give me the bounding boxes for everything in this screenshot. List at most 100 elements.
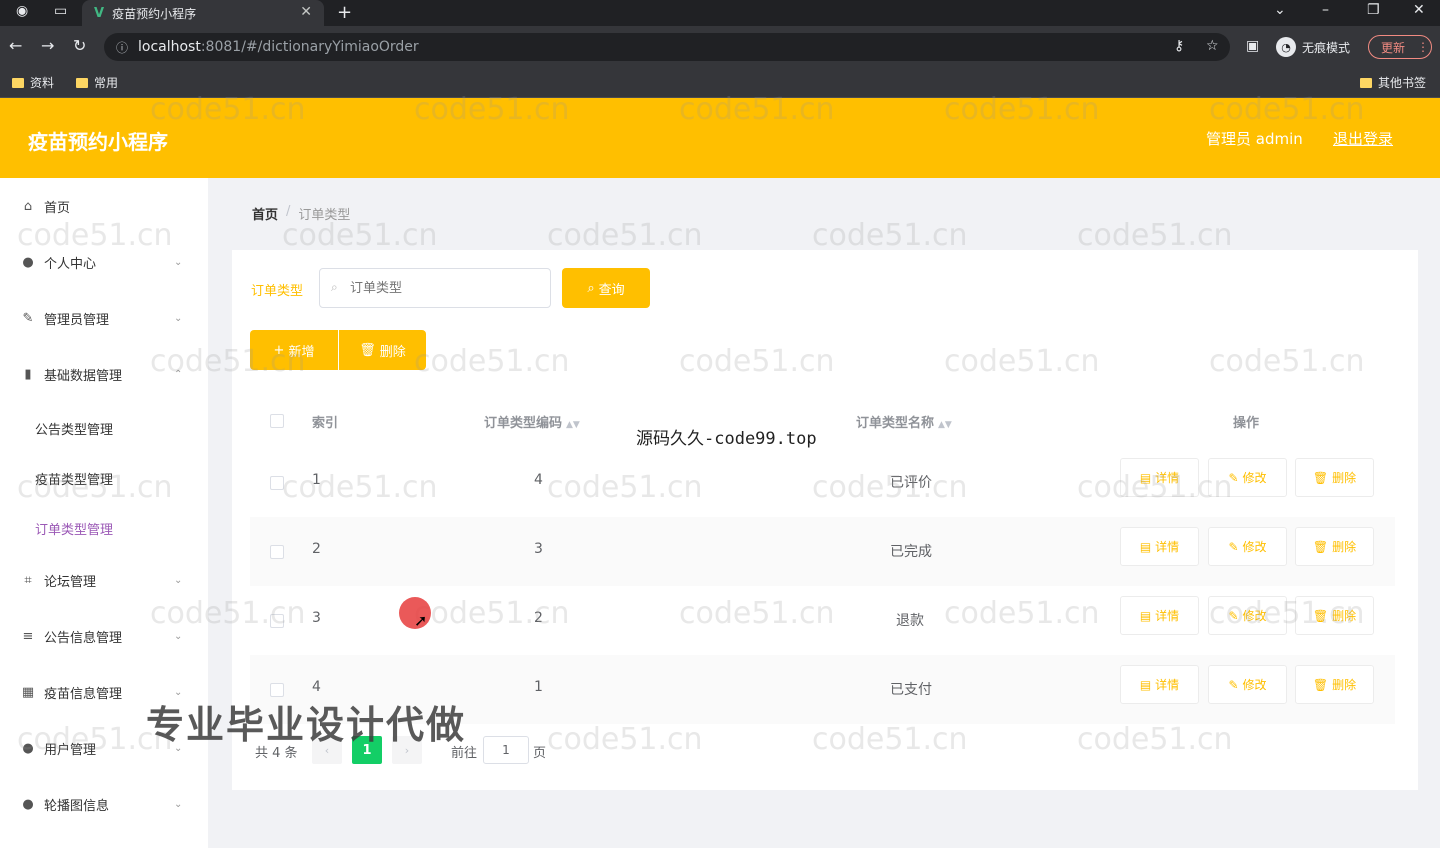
delete-button[interactable]: 🗑 删除	[1295, 458, 1374, 497]
address-bar[interactable]: ⓘ localhost:8081/#/dictionaryYimiaoOrder	[104, 33, 1230, 61]
other-bookmarks[interactable]: 其他书签	[1360, 74, 1426, 91]
tab-overview-icon[interactable]: ▭	[54, 3, 67, 19]
sidebar-item-notice[interactable]: ≡ 公告信息管理 ⌄	[0, 608, 208, 664]
chevron-down-icon: ⌄	[174, 312, 183, 324]
search-icon: ⌕	[587, 280, 595, 296]
detail-button[interactable]: ▤ 详情	[1120, 527, 1199, 566]
batch-delete-button[interactable]: 🗑 删除	[339, 330, 426, 370]
edit-button[interactable]: ✎ 修改	[1208, 458, 1287, 497]
forward-icon[interactable]: →	[41, 36, 54, 55]
detail-icon: ▤	[1139, 608, 1152, 623]
new-tab-icon[interactable]: +	[337, 2, 352, 23]
browser-tab[interactable]: V 疫苗预约小程序 ✕	[82, 0, 324, 26]
search-input[interactable]	[319, 268, 551, 308]
cell-name: 退款	[896, 613, 924, 629]
delete-button[interactable]: 🗑 删除	[1295, 665, 1374, 704]
list-icon: ≡	[22, 628, 34, 644]
goto-page-input[interactable]: 1	[483, 736, 529, 764]
column-code[interactable]: 订单类型编码 ▲▼	[484, 412, 580, 431]
sidebar-item-label: 管理员管理	[44, 312, 110, 328]
search-icon: ⌕	[331, 280, 338, 294]
row-checkbox[interactable]	[270, 614, 284, 628]
column-index: 索引	[312, 416, 339, 431]
sidebar-item-label: 轮播图信息	[44, 798, 110, 814]
bookmark-star-icon[interactable]: ☆	[1206, 38, 1219, 54]
app-title: 疫苗预约小程序	[28, 130, 168, 154]
detail-icon: ▤	[1139, 677, 1152, 692]
sort-icon[interactable]: ▲▼	[938, 420, 952, 430]
query-button[interactable]: ⌕ 查询	[562, 268, 650, 308]
detail-button[interactable]: ▤ 详情	[1120, 458, 1199, 497]
overlay-source-text: 源码久久-code99.top	[636, 429, 817, 449]
edit-button[interactable]: ✎ 修改	[1208, 596, 1287, 635]
sidebar-item-admin[interactable]: ✎ 管理员管理 ⌄	[0, 290, 208, 346]
cell-code: 2	[534, 610, 543, 626]
edit-icon: ✎	[22, 310, 34, 326]
delete-button[interactable]: 🗑 删除	[1295, 527, 1374, 566]
sidepanel-icon[interactable]: ▣	[1246, 38, 1259, 54]
sort-icon[interactable]: ▲▼	[566, 420, 580, 430]
sidebar-sub-order-type[interactable]: 订单类型管理	[35, 519, 113, 538]
sidebar-sub-vaccine-type[interactable]: 疫苗类型管理	[35, 469, 113, 488]
logout-link[interactable]: 退出登录	[1333, 128, 1393, 149]
cell-index: 2	[312, 541, 321, 557]
incognito-indicator[interactable]: ◔ 无痕模式	[1276, 37, 1350, 57]
bookmark-folder-1[interactable]: 资料	[12, 74, 54, 91]
folder-icon	[12, 77, 24, 88]
update-label: 更新	[1381, 40, 1406, 55]
edit-icon: ✎	[1228, 470, 1239, 485]
browser-tabstrip: ◉ ▭ V 疫苗预约小程序 ✕ + ⌄ – ❐ ✕	[0, 0, 1440, 26]
restore-icon[interactable]: ❐	[1367, 2, 1380, 18]
back-icon[interactable]: ←	[9, 36, 22, 55]
sidebar-sub-notice-type[interactable]: 公告类型管理	[35, 419, 113, 438]
plus-icon: +	[273, 342, 285, 358]
delete-label: 删除	[1332, 678, 1357, 692]
promo-overlay-text: 专业毕业设计代做	[146, 703, 467, 747]
detail-button[interactable]: ▤ 详情	[1120, 665, 1199, 704]
bookmark-folder-2[interactable]: 常用	[76, 74, 118, 91]
sidebar-item-home[interactable]: ⌂ 首页	[0, 178, 208, 234]
breadcrumb: 首页 / 订单类型	[252, 204, 350, 223]
sidebar-item-basedata[interactable]: ▮ 基础数据管理 ⌃	[0, 346, 208, 402]
watermark: code51.cn	[1077, 218, 1233, 253]
site-info-icon[interactable]: ⓘ	[116, 39, 128, 56]
cell-name: 已支付	[890, 682, 932, 698]
edit-button[interactable]: ✎ 修改	[1208, 527, 1287, 566]
tab-search-icon[interactable]: ⌄	[1274, 2, 1286, 18]
trash-icon: 🗑	[1312, 677, 1329, 692]
detail-label: 详情	[1155, 540, 1180, 554]
add-button[interactable]: + 新增	[250, 330, 338, 370]
sidebar-item-profile[interactable]: ● 个人中心 ⌄	[0, 234, 208, 290]
detail-icon: ▤	[1139, 470, 1152, 485]
bookmark-label: 常用	[94, 76, 119, 90]
reload-icon[interactable]: ↻	[73, 36, 86, 55]
window-close-icon[interactable]: ✕	[1413, 2, 1425, 18]
tab-close-icon[interactable]: ✕	[300, 4, 312, 20]
select-all-checkbox[interactable]	[270, 414, 284, 428]
sidebar-item-forum[interactable]: ⌗ 论坛管理 ⌄	[0, 552, 208, 608]
update-button[interactable]: 更新 ⋮	[1368, 35, 1432, 59]
sidebar-item-label: 用户管理	[44, 742, 97, 758]
sidebar-item-label: 基础数据管理	[44, 368, 123, 384]
watermark: code51.cn	[547, 218, 703, 253]
sidebar-item-carousel[interactable]: ● 轮播图信息 ⌄	[0, 776, 208, 832]
breadcrumb-home[interactable]: 首页	[252, 204, 278, 223]
key-icon[interactable]: ⚷	[1174, 38, 1184, 54]
cell-name: 已完成	[890, 544, 932, 560]
minimize-icon[interactable]: –	[1322, 2, 1329, 18]
delete-button[interactable]: 🗑 删除	[1295, 596, 1374, 635]
cell-index: 4	[312, 679, 321, 695]
chevron-down-icon: ⌄	[174, 798, 183, 810]
browser-globe-icon[interactable]: ◉	[16, 3, 28, 19]
detail-button[interactable]: ▤ 详情	[1120, 596, 1199, 635]
table-row: 1 4 已评价 ▤ 详情 ✎ 修改 🗑 删除	[250, 448, 1395, 517]
cell-index: 3	[312, 610, 321, 626]
row-checkbox[interactable]	[270, 545, 284, 559]
edit-button[interactable]: ✎ 修改	[1208, 665, 1287, 704]
row-checkbox[interactable]	[270, 476, 284, 490]
search-label: 订单类型	[251, 284, 304, 299]
delete-label: 删除	[1332, 471, 1357, 485]
column-name[interactable]: 订单类型名称 ▲▼	[856, 412, 952, 431]
user-icon: ●	[22, 740, 34, 756]
chart-icon: ▮	[24, 366, 32, 382]
